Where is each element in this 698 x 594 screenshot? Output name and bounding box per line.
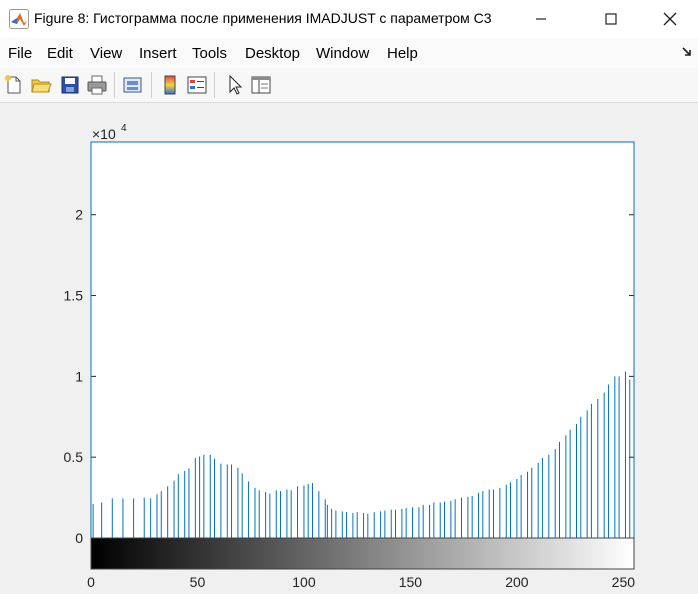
figure-canvas: 0 0.5 1 1.5 2 0 50 100 150 200 250 ×10 4 [0, 103, 698, 594]
title-bar[interactable]: Figure 8: Гистограмма после применения I… [0, 0, 698, 38]
x-tick-label: 250 [612, 574, 636, 590]
legend-icon[interactable] [186, 74, 208, 96]
window-title: Figure 8: Гистограмма после применения I… [34, 10, 492, 26]
maximize-button[interactable] [588, 0, 634, 38]
grayscale-colorbar [90, 537, 635, 570]
y-axis-exponent-base: ×10 [92, 126, 116, 142]
x-tick-label: 200 [505, 574, 529, 590]
dock-arrow-icon[interactable] [681, 46, 693, 58]
y-tick-label: 0.5 [64, 449, 84, 465]
y-tick-label: 2 [75, 207, 83, 223]
minimize-icon [536, 18, 546, 20]
pointer-icon[interactable] [224, 74, 246, 96]
close-icon [663, 12, 677, 26]
menu-view[interactable]: View [90, 45, 122, 62]
open-file-icon[interactable] [30, 74, 52, 96]
menu-file[interactable]: File [8, 45, 32, 62]
close-button[interactable] [647, 0, 693, 38]
menu-edit[interactable]: Edit [47, 45, 73, 62]
x-tick-label: 150 [399, 574, 423, 590]
y-axis-exponent-power: 4 [121, 123, 127, 134]
menu-tools[interactable]: Tools [192, 45, 227, 62]
print-icon[interactable] [86, 74, 108, 96]
y-tick-label: 1 [75, 368, 83, 384]
colorbar-icon[interactable] [159, 74, 181, 96]
toolbar-separator [151, 72, 152, 98]
x-tick-label: 100 [292, 574, 316, 590]
minimize-button[interactable] [518, 0, 564, 38]
y-tick-label: 0 [75, 530, 83, 546]
property-editor-icon[interactable] [250, 74, 272, 96]
x-tick-label: 0 [87, 574, 95, 590]
new-figure-icon[interactable] [3, 74, 25, 96]
maximize-icon [605, 13, 617, 25]
menu-window[interactable]: Window [316, 45, 369, 62]
y-tick-label: 1.5 [64, 288, 84, 304]
print-preview-icon[interactable] [122, 74, 144, 96]
matlab-logo-icon [9, 9, 29, 29]
histogram-chart[interactable]: 0 0.5 1 1.5 2 0 50 100 150 200 250 ×10 4 [0, 103, 698, 594]
menu-insert[interactable]: Insert [139, 45, 177, 62]
toolbar-separator [214, 72, 215, 98]
x-tick-label: 50 [190, 574, 206, 590]
save-icon[interactable] [59, 74, 81, 96]
toolbar-separator [114, 72, 115, 98]
menu-desktop[interactable]: Desktop [245, 45, 300, 62]
menu-help[interactable]: Help [387, 45, 418, 62]
plot-area [91, 142, 634, 538]
